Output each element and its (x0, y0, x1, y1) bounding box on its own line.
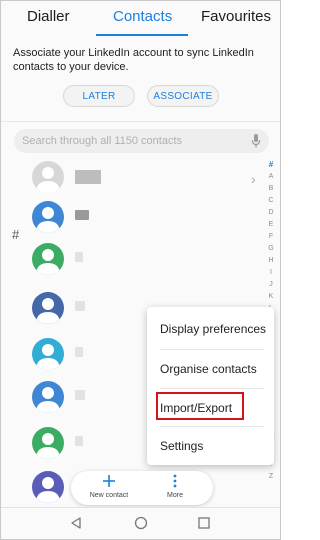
more-button[interactable]: More (140, 471, 210, 505)
person-icon (32, 243, 64, 275)
index-letter[interactable]: F (264, 231, 278, 243)
index-letter[interactable]: H (264, 255, 278, 267)
menu-item-organise-contacts[interactable]: Organise contacts (147, 349, 274, 388)
index-letter[interactable]: I (264, 267, 278, 279)
menu-item-display-preferences[interactable]: Display preferences (147, 309, 274, 348)
person-icon (32, 471, 64, 503)
contact-name-redacted (75, 252, 83, 262)
more-vertical-icon (173, 474, 177, 488)
index-letter[interactable]: D (264, 207, 278, 219)
associate-button[interactable]: ASSOCIATE (147, 85, 219, 107)
microphone-icon[interactable] (251, 133, 261, 149)
index-letter[interactable]: B (264, 183, 278, 195)
new-contact-button[interactable]: New contact (74, 471, 144, 505)
contact-name-redacted (75, 347, 83, 357)
plus-icon (103, 475, 115, 487)
section-letter: # (12, 227, 20, 242)
person-icon (32, 161, 64, 193)
contact-name-redacted (75, 301, 85, 311)
contact-row[interactable] (1, 241, 261, 297)
index-letter[interactable]: G (264, 243, 278, 255)
linkedin-banner: Associate your LinkedIn account to sync … (1, 37, 280, 121)
person-icon (32, 381, 64, 413)
index-letter[interactable]: K (264, 291, 278, 303)
more-menu: Display preferences Organise contacts Im… (147, 307, 274, 465)
contact-name-redacted (75, 390, 85, 400)
index-letter[interactable]: E (264, 219, 278, 231)
menu-item-settings[interactable]: Settings (147, 426, 274, 465)
chevron-right-icon[interactable]: › (251, 171, 256, 187)
search-bar[interactable] (14, 129, 269, 153)
tab-dialler[interactable]: Dialler (27, 8, 70, 25)
index-letter[interactable]: # (264, 159, 278, 171)
search-input[interactable] (22, 133, 242, 149)
contact-name-redacted (75, 210, 89, 220)
tab-favourites[interactable]: Favourites (201, 8, 271, 25)
navigation-bar (1, 507, 280, 539)
person-icon (32, 338, 64, 370)
person-icon (32, 201, 64, 233)
index-letter[interactable]: Z (264, 471, 278, 483)
person-icon (32, 292, 64, 324)
divider (1, 121, 280, 122)
tab-bar: Dialler Contacts Favourites (1, 1, 280, 37)
more-label: More (167, 492, 183, 499)
contact-name-redacted (75, 170, 101, 184)
person-icon (32, 427, 64, 459)
active-tab-indicator (96, 34, 188, 36)
contacts-screen: Dialler Contacts Favourites Associate yo… (0, 0, 281, 540)
index-letter[interactable]: J (264, 279, 278, 291)
banner-message: Associate your LinkedIn account to sync … (13, 47, 254, 73)
recents-icon[interactable] (197, 516, 211, 530)
bottom-action-bar: New contact More (71, 471, 213, 505)
index-letter[interactable]: C (264, 195, 278, 207)
highlight-box (156, 392, 244, 420)
contact-name-redacted (75, 436, 83, 446)
tab-contacts[interactable]: Contacts (113, 8, 172, 25)
later-button[interactable]: LATER (63, 85, 135, 107)
home-icon[interactable] (134, 516, 148, 530)
back-icon[interactable] (69, 516, 83, 530)
new-contact-label: New contact (89, 492, 129, 499)
index-letter[interactable]: A (264, 171, 278, 183)
